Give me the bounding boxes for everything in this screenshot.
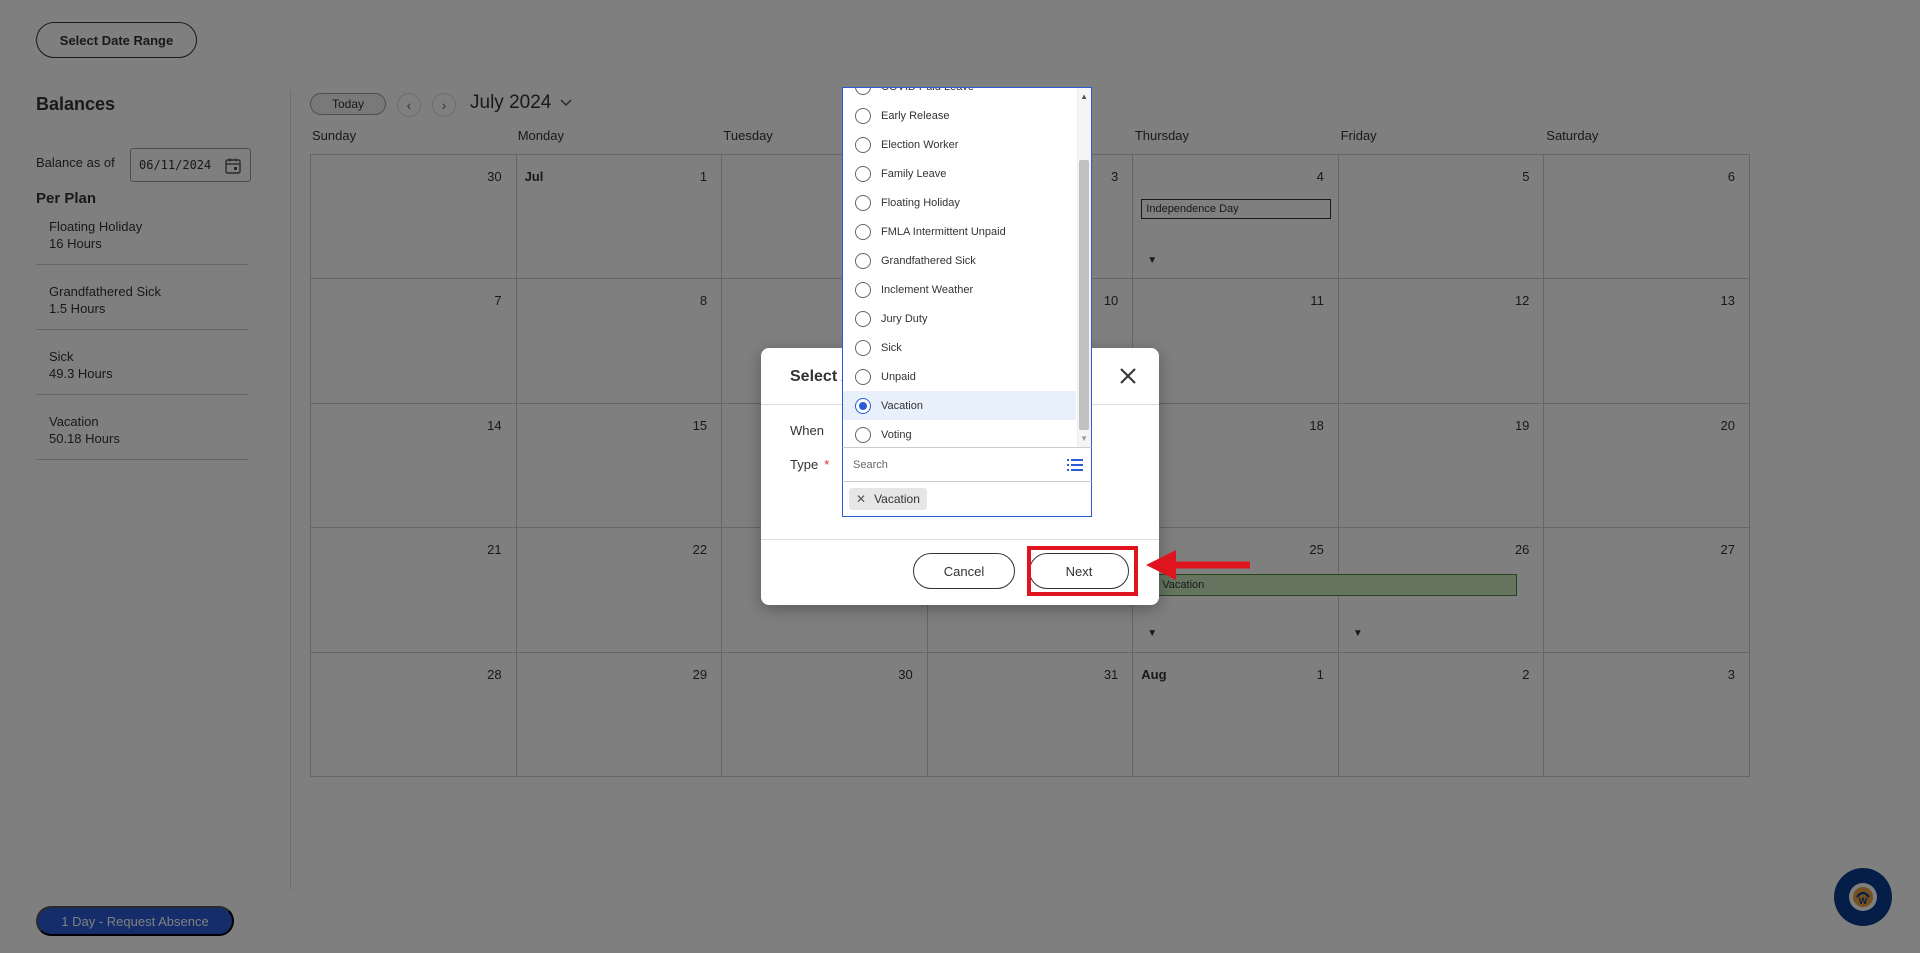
radio-unchecked-icon[interactable] xyxy=(855,194,871,211)
type-label: Type * xyxy=(790,457,829,472)
absence-type-option[interactable]: COVID Paid Leave xyxy=(843,88,1076,101)
scroll-down-icon[interactable]: ▼ xyxy=(1080,434,1088,443)
absence-type-dropdown[interactable]: COVID Paid Leave Early Release Election Wo… xyxy=(842,87,1092,447)
radio-unchecked-icon[interactable] xyxy=(855,426,871,443)
option-label: Unpaid xyxy=(881,370,916,383)
absence-type-option[interactable]: Early Release xyxy=(843,101,1076,130)
absence-type-option[interactable]: Jury Duty xyxy=(843,304,1076,333)
absence-type-option[interactable]: Floating Holiday xyxy=(843,188,1076,217)
required-marker: * xyxy=(824,457,830,472)
option-label: Family Leave xyxy=(881,167,947,180)
option-label: COVID Paid Leave xyxy=(881,88,974,93)
option-label: Grandfathered Sick xyxy=(881,254,976,267)
remove-chip-icon[interactable]: ✕ xyxy=(856,492,866,506)
option-label: Floating Holiday xyxy=(881,196,960,209)
radio-unchecked-icon[interactable] xyxy=(855,281,871,298)
list-icon[interactable] xyxy=(1067,458,1083,472)
radio-unchecked-icon[interactable] xyxy=(855,88,871,95)
selected-type-area: ✕ Vacation xyxy=(842,482,1092,517)
absence-type-option[interactable]: FMLA Intermittent Unpaid xyxy=(843,217,1076,246)
absence-type-option[interactable]: Sick xyxy=(843,333,1076,362)
radio-unchecked-icon[interactable] xyxy=(855,107,871,124)
radio-unchecked-icon[interactable] xyxy=(855,136,871,153)
absence-type-option[interactable]: Election Worker xyxy=(843,130,1076,159)
absence-type-option[interactable]: Voting xyxy=(843,420,1076,447)
search-placeholder: Search xyxy=(853,458,888,471)
option-label: Vacation xyxy=(881,399,923,412)
radio-unchecked-icon[interactable] xyxy=(855,165,871,182)
radio-unchecked-icon[interactable] xyxy=(855,368,871,385)
option-label: Sick xyxy=(881,341,902,354)
radio-unchecked-icon[interactable] xyxy=(855,252,871,269)
option-label: Early Release xyxy=(881,109,950,122)
absence-type-option-list: COVID Paid Leave Early Release Election Wo… xyxy=(843,88,1076,447)
annotation-highlight-box xyxy=(1027,546,1138,596)
scroll-up-icon[interactable]: ▲ xyxy=(1080,92,1088,101)
absence-type-option[interactable]: Unpaid xyxy=(843,362,1076,391)
chip-label: Vacation xyxy=(874,492,920,506)
type-label-text: Type xyxy=(790,457,819,472)
close-icon[interactable] xyxy=(1117,365,1139,387)
annotation-arrow-icon xyxy=(1146,550,1250,580)
selected-type-chip: ✕ Vacation xyxy=(849,488,927,510)
option-label: Voting xyxy=(881,428,912,441)
radio-unchecked-icon[interactable] xyxy=(855,223,871,240)
option-label: FMLA Intermittent Unpaid xyxy=(881,225,1006,238)
when-label: When xyxy=(790,423,824,438)
option-label: Election Worker xyxy=(881,138,959,151)
cancel-button[interactable]: Cancel xyxy=(913,553,1015,589)
radio-unchecked-icon[interactable] xyxy=(855,310,871,327)
option-label: Jury Duty xyxy=(881,312,928,325)
radio-checked-icon[interactable] xyxy=(855,397,871,414)
absence-type-option[interactable]: Inclement Weather xyxy=(843,275,1076,304)
absence-type-option[interactable]: Grandfathered Sick xyxy=(843,246,1076,275)
absence-type-option[interactable]: Family Leave xyxy=(843,159,1076,188)
absence-type-search-input[interactable]: Search xyxy=(842,447,1092,482)
option-label: Inclement Weather xyxy=(881,283,974,296)
absence-type-option[interactable]: Vacation xyxy=(843,391,1076,420)
scrollbar-thumb[interactable] xyxy=(1079,160,1089,430)
dialog-footer-divider xyxy=(761,539,1159,540)
dropdown-scrollbar[interactable]: ▲ ▼ xyxy=(1077,88,1091,447)
radio-unchecked-icon[interactable] xyxy=(855,339,871,356)
